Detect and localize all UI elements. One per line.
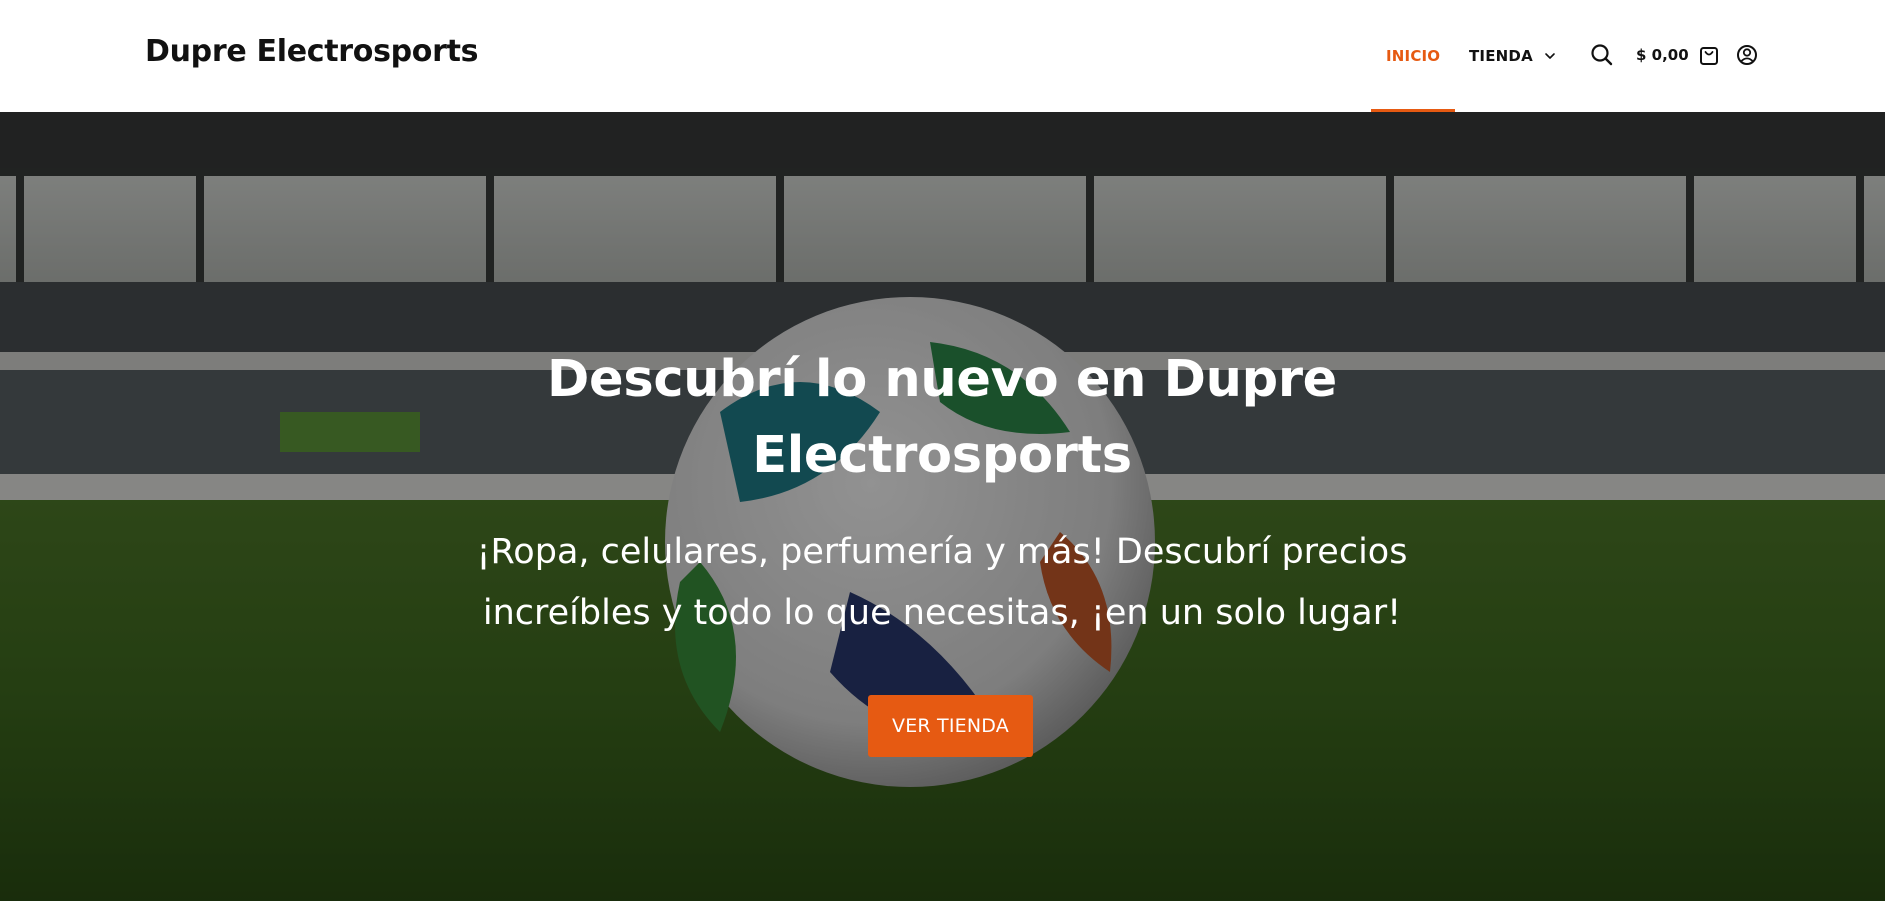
search-icon[interactable] bbox=[1589, 42, 1615, 68]
account-icon[interactable] bbox=[1734, 42, 1760, 68]
hero-section: Descubrí lo nuevo en Dupre Electrosports… bbox=[0, 112, 1885, 901]
hero-subtitle: ¡Ropa, celulares, perfumería y más! Desc… bbox=[476, 532, 1408, 633]
cart-button[interactable]: $ 0,00 bbox=[1636, 42, 1719, 68]
hero-overlay bbox=[0, 112, 1885, 901]
ver-tienda-button[interactable]: VER TIENDA bbox=[868, 695, 1033, 757]
site-header: Dupre Electrosports INICIO TIENDA $ 0,00 bbox=[0, 0, 1885, 112]
nav-item-label: INICIO bbox=[1386, 47, 1441, 65]
cart-total: $ 0,00 bbox=[1636, 46, 1689, 64]
nav-item-label: TIENDA bbox=[1469, 47, 1533, 65]
cart-icon bbox=[1699, 47, 1718, 65]
site-logo-text[interactable]: Dupre Electrosports bbox=[145, 34, 479, 69]
chevron-down-icon bbox=[1545, 53, 1555, 59]
nav-item-inicio[interactable]: INICIO bbox=[1370, 0, 1456, 112]
hero-title: Descubrí lo nuevo en Dupre Electrosports bbox=[547, 350, 1337, 485]
nav-item-tienda[interactable]: TIENDA bbox=[1469, 0, 1557, 112]
